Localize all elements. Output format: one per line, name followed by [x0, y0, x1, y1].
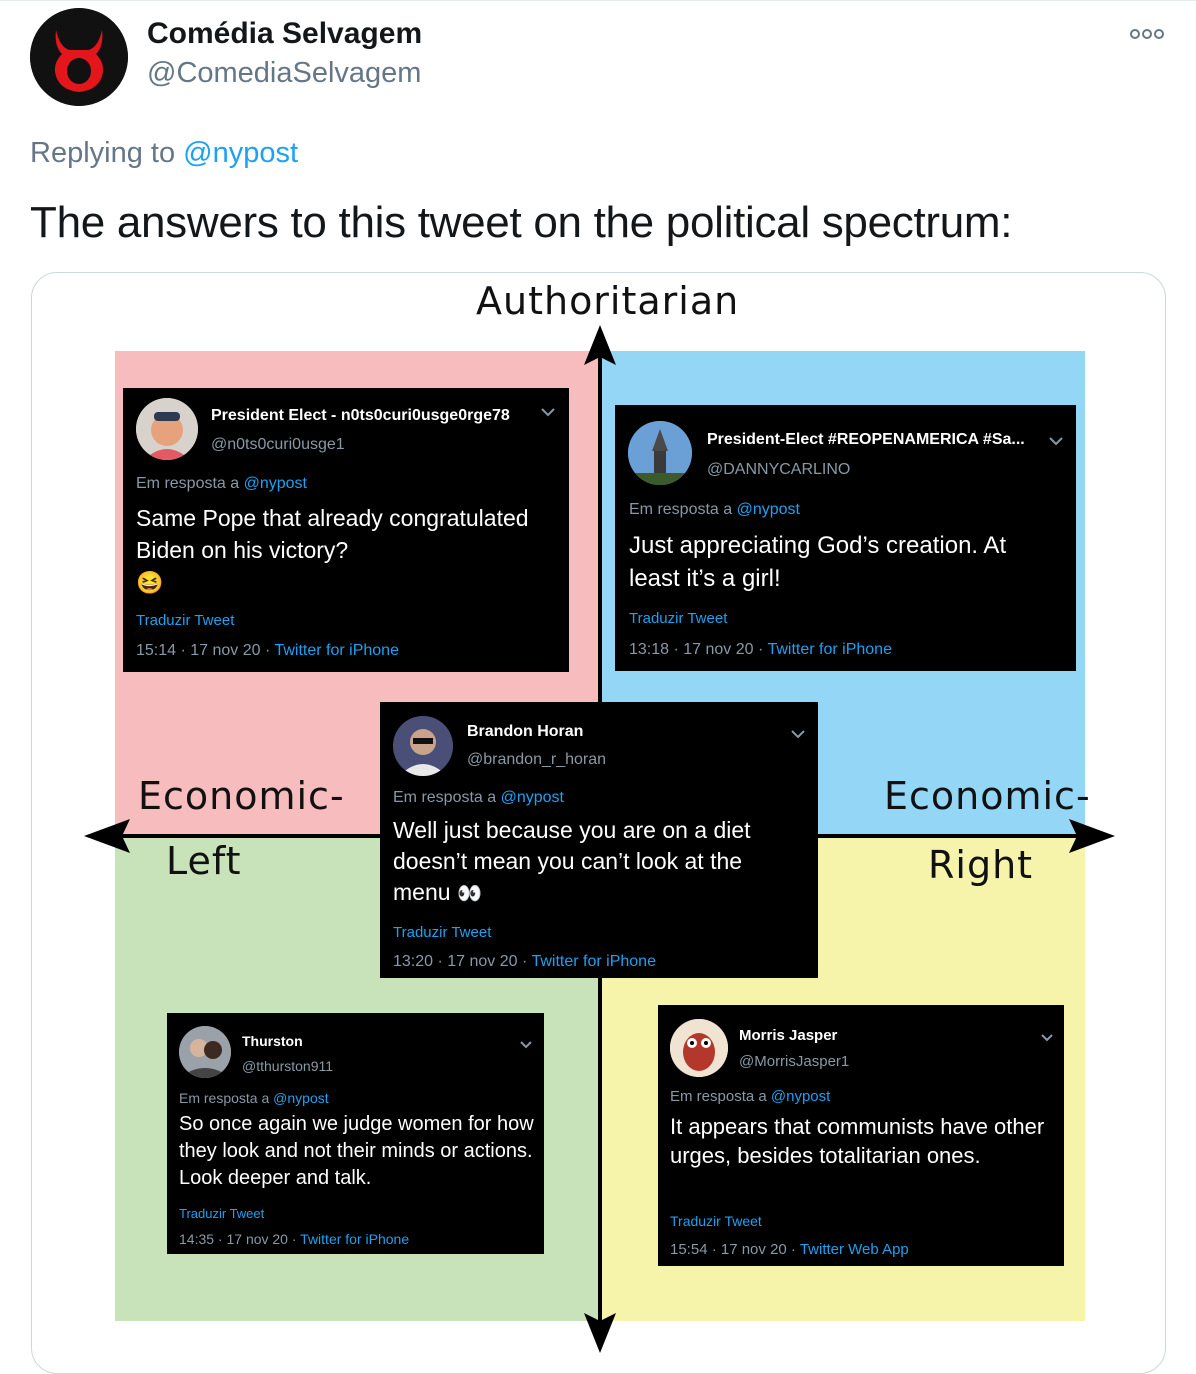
axis-label-authoritarian: Authoritarian — [476, 279, 740, 323]
reply-prefix: Em resposta a — [136, 475, 240, 492]
card-translate-link: Traduzir Tweet — [179, 1206, 265, 1221]
card-timestamp: 13:20 · 17 nov 20 · — [393, 953, 532, 970]
card-reply-line: Em resposta a @nypost — [629, 501, 800, 519]
eyes-emoji: 👀 — [456, 883, 482, 905]
card-meta: 13:18 · 17 nov 20 · Twitter for iPhone — [629, 641, 892, 659]
reply-prefix: Em resposta a — [179, 1090, 270, 1106]
body-text: Well just because you are on a diet does… — [393, 817, 751, 905]
reply-handle: @nypost — [770, 1088, 831, 1105]
tweet-text: The answers to this tweet on the politic… — [30, 198, 1013, 247]
card-meta: 13:20 · 17 nov 20 · Twitter for iPhone — [393, 953, 656, 971]
avatar — [179, 1026, 231, 1078]
card-reply-line: Em resposta a @nypost — [136, 475, 307, 493]
avatar — [628, 421, 692, 485]
chevron-down-icon — [520, 1036, 532, 1054]
reply-handle: @nypost — [243, 475, 307, 492]
comedia-selvagem-logo-icon — [30, 8, 128, 106]
card-timestamp: 15:14 · 17 nov 20 · — [136, 642, 275, 659]
card-author-name: President-Elect #REOPENAMERICA #Sa... — [707, 431, 1025, 448]
card-translate-link: Traduzir Tweet — [629, 610, 728, 627]
more-options-icon[interactable] — [1128, 24, 1168, 44]
card-translate-link: Traduzir Tweet — [393, 924, 492, 941]
card-author-handle: @DANNYCARLINO — [707, 461, 851, 478]
card-timestamp: 14:35 · 17 nov 20 · — [179, 1231, 301, 1247]
body-text: Same Pope that already congratulated Bid… — [136, 505, 529, 563]
avatar — [670, 1019, 728, 1077]
card-meta: 14:35 · 17 nov 20 · Twitter for iPhone — [179, 1231, 409, 1247]
card-body-text: Same Pope that already congratulated Bid… — [136, 502, 556, 599]
chevron-down-icon — [541, 404, 555, 422]
axis-label-economic-left-1: Economic- — [138, 774, 345, 818]
card-author-name: President Elect - n0ts0curi0usge0rge78 — [211, 407, 510, 424]
axis-label-economic-left-2: Left — [166, 839, 242, 883]
card-source: Twitter for iPhone — [300, 1231, 410, 1247]
author-handle[interactable]: @ComediaSelvagem — [147, 57, 421, 90]
card-reply-line: Em resposta a @nypost — [179, 1090, 329, 1106]
author-avatar[interactable] — [30, 8, 128, 106]
card-timestamp: 13:18 · 17 nov 20 · — [629, 641, 768, 658]
card-author-handle: @MorrisJasper1 — [739, 1053, 850, 1070]
chevron-down-icon — [791, 726, 805, 744]
reply-card-center: Brandon Horan @brandon_r_horan Em respos… — [380, 702, 818, 978]
card-author-handle: @n0ts0curi0usge1 — [211, 436, 345, 453]
card-meta: 15:54 · 17 nov 20 · Twitter Web App — [670, 1241, 909, 1258]
reply-handle: @nypost — [736, 501, 800, 518]
axis-label-economic-right-2: Right — [928, 843, 1034, 887]
replying-handle-link[interactable]: @nypost — [183, 137, 298, 169]
reply-card-auth-left: President Elect - n0ts0curi0usge0rge78 @… — [123, 388, 569, 672]
card-timestamp: 15:54 · 17 nov 20 · — [670, 1241, 800, 1258]
card-author-name: Brandon Horan — [467, 723, 584, 740]
card-source: Twitter for iPhone — [531, 953, 656, 970]
card-translate-link: Traduzir Tweet — [670, 1213, 762, 1229]
avatar — [136, 398, 198, 460]
reply-prefix: Em resposta a — [670, 1088, 767, 1105]
card-source: Twitter Web App — [799, 1241, 909, 1258]
reply-handle: @nypost — [500, 789, 564, 806]
chevron-down-icon — [1049, 433, 1063, 451]
card-body-text: Just appreciating God’s creation. At lea… — [629, 532, 1007, 592]
author-name[interactable]: Comédia Selvagem — [147, 17, 422, 51]
card-reply-line: Em resposta a @nypost — [393, 789, 564, 807]
tweet-media-image[interactable]: Authoritarian Economic- Left Economic- R… — [31, 272, 1166, 1374]
card-author-name: Thurston — [242, 1033, 303, 1049]
card-source: Twitter for iPhone — [274, 642, 399, 659]
card-reply-line: Em resposta a @nypost — [670, 1088, 830, 1105]
replying-prefix: Replying to — [30, 137, 176, 169]
reply-card-auth-right: President-Elect #REOPENAMERICA #Sa... @D… — [615, 405, 1076, 671]
card-body-text: So once again we judge women for how the… — [179, 1113, 534, 1189]
reply-card-lib-left: Thurston @tthurston911 Em resposta a @ny… — [167, 1013, 544, 1254]
axis-label-economic-right-1: Economic- — [884, 774, 1091, 818]
avatar — [393, 716, 453, 776]
top-divider — [0, 0, 1196, 1]
card-meta: 15:14 · 17 nov 20 · Twitter for iPhone — [136, 642, 399, 660]
reply-card-lib-right: Morris Jasper @MorrisJasper1 Em resposta… — [658, 1005, 1064, 1266]
card-body-text: It appears that communists have other ur… — [670, 1114, 1045, 1168]
card-author-name: Morris Jasper — [739, 1027, 838, 1044]
replying-to: Replying to @nypost — [30, 137, 298, 170]
card-author-handle: @tthurston911 — [242, 1058, 334, 1074]
chevron-down-icon — [1041, 1029, 1053, 1047]
reply-prefix: Em resposta a — [629, 501, 733, 518]
card-source: Twitter for iPhone — [767, 641, 892, 658]
card-translate-link: Traduzir Tweet — [136, 612, 235, 629]
reply-handle: @nypost — [273, 1090, 329, 1106]
card-author-handle: @brandon_r_horan — [467, 751, 607, 768]
reply-prefix: Em resposta a — [393, 789, 497, 806]
card-body-text: Well just because you are on a diet does… — [393, 815, 793, 910]
laughing-emoji: 😆 — [136, 570, 164, 595]
